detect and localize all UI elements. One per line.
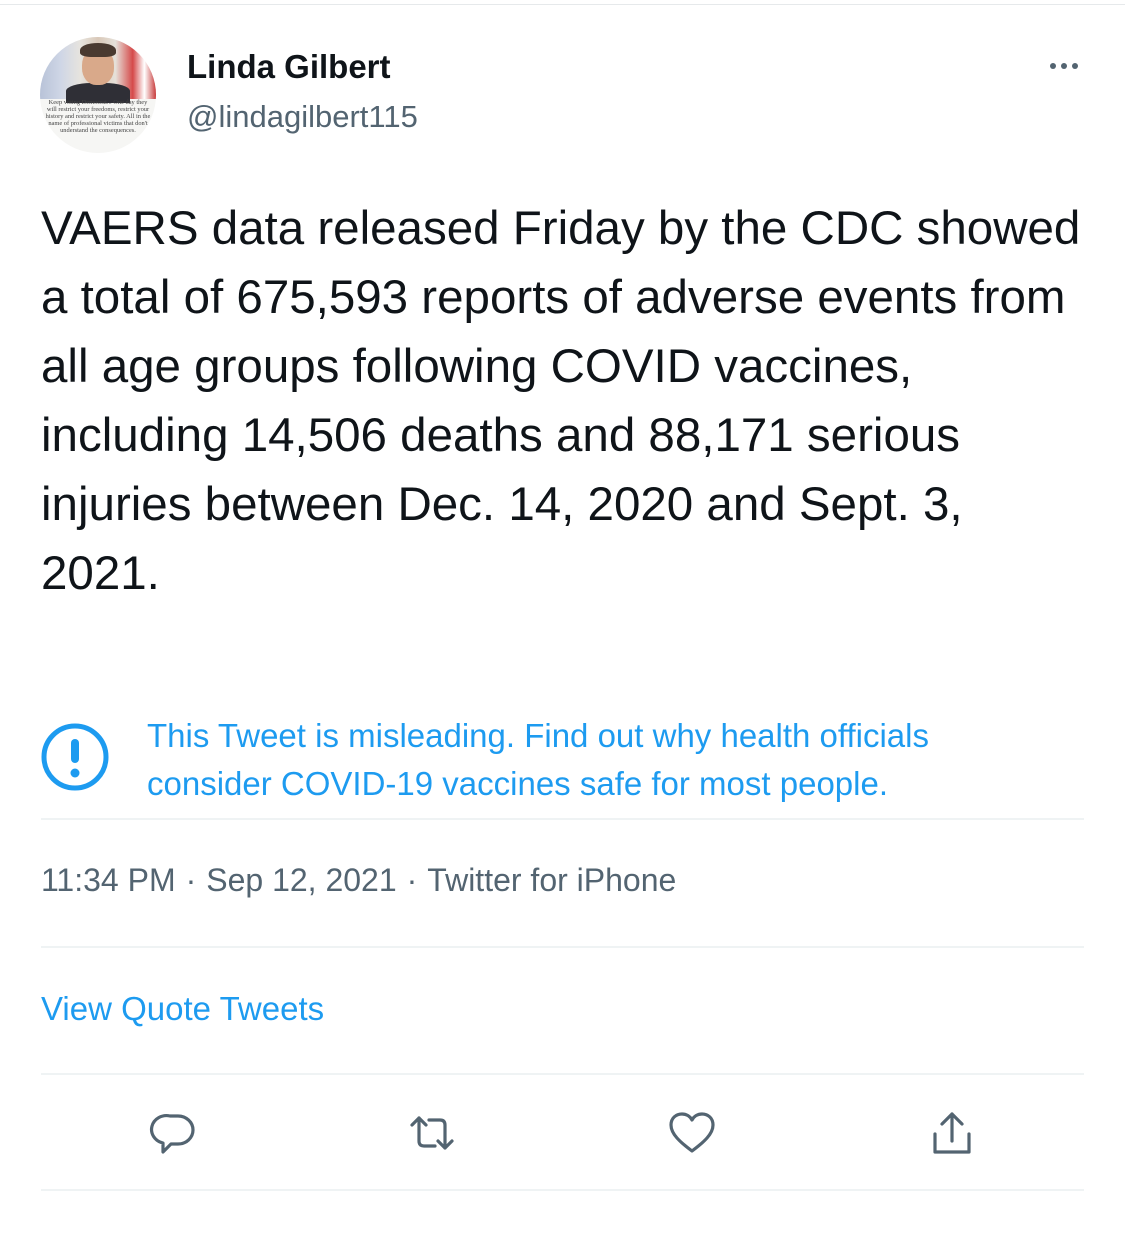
more-dot-icon: [1072, 63, 1078, 69]
more-dot-icon: [1050, 63, 1056, 69]
author-display-name[interactable]: Linda Gilbert: [187, 48, 391, 86]
misleading-notice-link[interactable]: This Tweet is misleading. Find out why h…: [147, 712, 1047, 808]
reply-button[interactable]: [149, 1108, 199, 1158]
retweet-button[interactable]: [407, 1108, 457, 1158]
like-icon: [669, 1112, 715, 1153]
meta-separator: ·: [406, 862, 418, 898]
tweet-meta: 11:34 PM · Sep 12, 2021 · Twitter for iPhone: [41, 862, 676, 899]
divider: [41, 1073, 1084, 1075]
divider: [41, 946, 1084, 948]
more-options-button[interactable]: [1040, 48, 1088, 84]
share-icon: [933, 1112, 971, 1154]
share-button[interactable]: [927, 1108, 977, 1158]
retweet-icon: [410, 1116, 454, 1150]
exclamation-circle-icon: [41, 723, 109, 791]
like-button[interactable]: [667, 1108, 717, 1158]
more-dot-icon: [1061, 63, 1067, 69]
tweet-time[interactable]: 11:34 PM: [41, 862, 176, 898]
avatar-hair: [80, 43, 116, 57]
tweet-text: VAERS data released Friday by the CDC sh…: [41, 202, 1081, 600]
meta-separator: ·: [185, 862, 197, 898]
avatar-caption: Keep voting Democrat... One day they wil…: [45, 99, 151, 134]
top-divider: [0, 4, 1125, 5]
author-handle[interactable]: @lindagilbert115: [187, 99, 418, 135]
tweet-date[interactable]: Sep 12, 2021: [206, 862, 396, 898]
divider: [41, 818, 1084, 820]
view-quote-tweets-link[interactable]: View Quote Tweets: [41, 990, 324, 1028]
reply-icon: [149, 1114, 195, 1154]
avatar[interactable]: Keep voting Democrat... One day they wil…: [40, 37, 156, 153]
tweet-source[interactable]: Twitter for iPhone: [427, 862, 676, 898]
divider: [41, 1189, 1084, 1191]
